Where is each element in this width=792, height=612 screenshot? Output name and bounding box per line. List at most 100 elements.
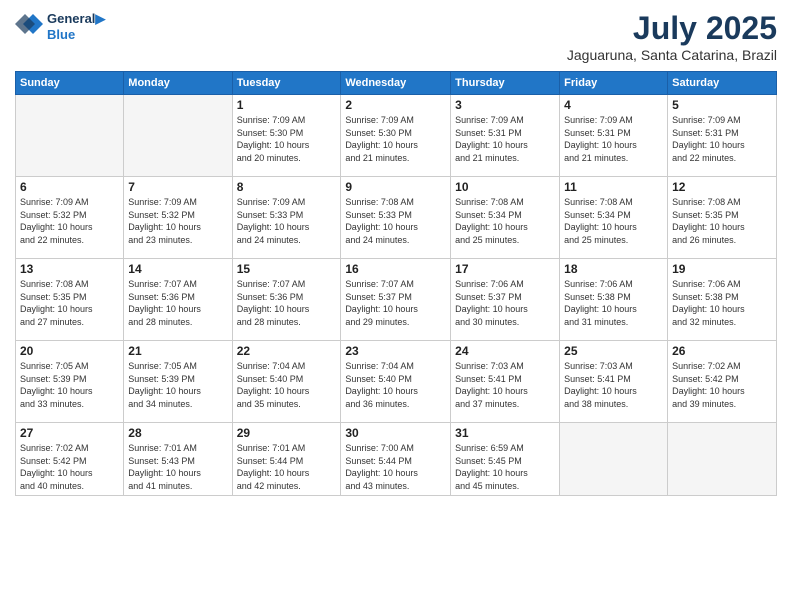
week-row-3: 13 Sunrise: 7:08 AM Sunset: 5:35 PM Dayli… bbox=[16, 259, 777, 341]
calendar-cell: 1Sunrise: 7:09 AM Sunset: 5:30 PM Daylig… bbox=[232, 95, 341, 177]
day-info: Sunrise: 7:03 AM Sunset: 5:41 PM Dayligh… bbox=[455, 360, 555, 410]
day-number: 19 bbox=[672, 262, 772, 276]
calendar-cell: 3 Sunrise: 7:09 AM Sunset: 5:31 PM Daylig… bbox=[451, 95, 560, 177]
day-number: 3 bbox=[455, 98, 555, 112]
day-info: Sunrise: 7:07 AM Sunset: 5:37 PM Dayligh… bbox=[345, 278, 446, 328]
day-number: 22 bbox=[237, 344, 337, 358]
day-number: 20 bbox=[20, 344, 119, 358]
calendar-cell: 28 Sunrise: 7:01 AM Sunset: 5:43 PM Dayli… bbox=[124, 423, 232, 496]
calendar-cell: 8 Sunrise: 7:09 AM Sunset: 5:33 PM Daylig… bbox=[232, 177, 341, 259]
calendar-cell: 30 Sunrise: 7:00 AM Sunset: 5:44 PM Dayli… bbox=[341, 423, 451, 496]
day-info: Sunrise: 7:06 AM Sunset: 5:37 PM Dayligh… bbox=[455, 278, 555, 328]
day-number: 8 bbox=[237, 180, 337, 194]
month-title: July 2025 bbox=[567, 10, 777, 47]
calendar-cell: 18Sunrise: 7:06 AM Sunset: 5:38 PM Dayli… bbox=[560, 259, 668, 341]
calendar: Sunday Monday Tuesday Wednesday Thursday… bbox=[15, 71, 777, 496]
day-info: Sunrise: 7:08 AM Sunset: 5:33 PM Dayligh… bbox=[345, 196, 446, 246]
day-number: 13 bbox=[20, 262, 119, 276]
day-number: 11 bbox=[564, 180, 663, 194]
day-info: Sunrise: 7:09 AM Sunset: 5:33 PM Dayligh… bbox=[237, 196, 337, 246]
title-section: July 2025 Jaguaruna, Santa Catarina, Bra… bbox=[567, 10, 777, 63]
calendar-cell: 27 Sunrise: 7:02 AM Sunset: 5:42 PM Dayli… bbox=[16, 423, 124, 496]
day-number: 31 bbox=[455, 426, 555, 440]
day-number: 30 bbox=[345, 426, 446, 440]
col-friday: Friday bbox=[560, 72, 668, 95]
day-number: 10 bbox=[455, 180, 555, 194]
calendar-cell bbox=[16, 95, 124, 177]
logo-line2: Blue bbox=[47, 27, 105, 43]
day-number: 5 bbox=[672, 98, 772, 112]
day-number: 14 bbox=[128, 262, 227, 276]
day-info: Sunrise: 7:09 AM Sunset: 5:32 PM Dayligh… bbox=[20, 196, 119, 246]
calendar-cell: 24 Sunrise: 7:03 AM Sunset: 5:41 PM Dayli… bbox=[451, 341, 560, 423]
calendar-cell: 6 Sunrise: 7:09 AM Sunset: 5:32 PM Daylig… bbox=[16, 177, 124, 259]
day-info: Sunrise: 7:06 AM Sunset: 5:38 PM Dayligh… bbox=[672, 278, 772, 328]
calendar-cell: 29Sunrise: 7:01 AM Sunset: 5:44 PM Dayli… bbox=[232, 423, 341, 496]
col-sunday: Sunday bbox=[16, 72, 124, 95]
calendar-cell: 22Sunrise: 7:04 AM Sunset: 5:40 PM Dayli… bbox=[232, 341, 341, 423]
calendar-cell bbox=[560, 423, 668, 496]
day-info: Sunrise: 7:08 AM Sunset: 5:34 PM Dayligh… bbox=[564, 196, 663, 246]
calendar-cell: 2 Sunrise: 7:09 AM Sunset: 5:30 PM Daylig… bbox=[341, 95, 451, 177]
day-number: 6 bbox=[20, 180, 119, 194]
day-info: Sunrise: 7:02 AM Sunset: 5:42 PM Dayligh… bbox=[20, 442, 119, 492]
day-info: Sunrise: 7:08 AM Sunset: 5:35 PM Dayligh… bbox=[20, 278, 119, 328]
day-number: 18 bbox=[564, 262, 663, 276]
day-info: Sunrise: 7:08 AM Sunset: 5:35 PM Dayligh… bbox=[672, 196, 772, 246]
calendar-cell: 9 Sunrise: 7:08 AM Sunset: 5:33 PM Daylig… bbox=[341, 177, 451, 259]
calendar-cell: 23 Sunrise: 7:04 AM Sunset: 5:40 PM Dayli… bbox=[341, 341, 451, 423]
day-info: Sunrise: 7:04 AM Sunset: 5:40 PM Dayligh… bbox=[345, 360, 446, 410]
calendar-cell: 31 Sunrise: 6:59 AM Sunset: 5:45 PM Dayli… bbox=[451, 423, 560, 496]
day-info: Sunrise: 7:03 AM Sunset: 5:41 PM Dayligh… bbox=[564, 360, 663, 410]
calendar-cell: 4 Sunrise: 7:09 AM Sunset: 5:31 PM Daylig… bbox=[560, 95, 668, 177]
logo: General▶ Blue bbox=[15, 10, 105, 43]
day-number: 25 bbox=[564, 344, 663, 358]
calendar-cell bbox=[124, 95, 232, 177]
logo-line1: General▶ bbox=[47, 11, 105, 27]
day-number: 2 bbox=[345, 98, 446, 112]
day-number: 21 bbox=[128, 344, 227, 358]
day-number: 26 bbox=[672, 344, 772, 358]
day-number: 24 bbox=[455, 344, 555, 358]
col-tuesday: Tuesday bbox=[232, 72, 341, 95]
day-info: Sunrise: 7:09 AM Sunset: 5:30 PM Dayligh… bbox=[345, 114, 446, 164]
day-number: 15 bbox=[237, 262, 337, 276]
calendar-cell: 19 Sunrise: 7:06 AM Sunset: 5:38 PM Dayli… bbox=[668, 259, 777, 341]
calendar-cell: 15 Sunrise: 7:07 AM Sunset: 5:36 PM Dayli… bbox=[232, 259, 341, 341]
week-row-4: 20 Sunrise: 7:05 AM Sunset: 5:39 PM Dayli… bbox=[16, 341, 777, 423]
day-info: Sunrise: 7:07 AM Sunset: 5:36 PM Dayligh… bbox=[237, 278, 337, 328]
day-number: 23 bbox=[345, 344, 446, 358]
day-info: Sunrise: 7:05 AM Sunset: 5:39 PM Dayligh… bbox=[128, 360, 227, 410]
col-monday: Monday bbox=[124, 72, 232, 95]
calendar-cell: 7 Sunrise: 7:09 AM Sunset: 5:32 PM Daylig… bbox=[124, 177, 232, 259]
day-number: 1 bbox=[237, 98, 337, 112]
day-info: Sunrise: 7:05 AM Sunset: 5:39 PM Dayligh… bbox=[20, 360, 119, 410]
week-row-2: 6 Sunrise: 7:09 AM Sunset: 5:32 PM Daylig… bbox=[16, 177, 777, 259]
calendar-cell: 11 Sunrise: 7:08 AM Sunset: 5:34 PM Dayli… bbox=[560, 177, 668, 259]
calendar-header-row: Sunday Monday Tuesday Wednesday Thursday… bbox=[16, 72, 777, 95]
day-number: 9 bbox=[345, 180, 446, 194]
day-info: Sunrise: 7:09 AM Sunset: 5:32 PM Dayligh… bbox=[128, 196, 227, 246]
header: General▶ Blue July 2025 Jaguaruna, Santa… bbox=[15, 10, 777, 63]
calendar-cell: 5Sunrise: 7:09 AM Sunset: 5:31 PM Daylig… bbox=[668, 95, 777, 177]
day-info: Sunrise: 7:00 AM Sunset: 5:44 PM Dayligh… bbox=[345, 442, 446, 492]
calendar-cell: 17Sunrise: 7:06 AM Sunset: 5:37 PM Dayli… bbox=[451, 259, 560, 341]
day-info: Sunrise: 7:09 AM Sunset: 5:31 PM Dayligh… bbox=[455, 114, 555, 164]
day-number: 4 bbox=[564, 98, 663, 112]
day-number: 28 bbox=[128, 426, 227, 440]
calendar-cell: 16Sunrise: 7:07 AM Sunset: 5:37 PM Dayli… bbox=[341, 259, 451, 341]
day-info: Sunrise: 6:59 AM Sunset: 5:45 PM Dayligh… bbox=[455, 442, 555, 492]
week-row-1: 1 Sunrise: 7:09 AM Sunset: 5:30 PM Daylig… bbox=[16, 95, 777, 177]
logo-icon bbox=[15, 10, 43, 38]
day-info: Sunrise: 7:01 AM Sunset: 5:43 PM Dayligh… bbox=[128, 442, 227, 492]
day-number: 7 bbox=[128, 180, 227, 194]
week-row-5: 27 Sunrise: 7:02 AM Sunset: 5:42 PM Dayli… bbox=[16, 423, 777, 496]
location-subtitle: Jaguaruna, Santa Catarina, Brazil bbox=[567, 47, 777, 63]
day-number: 27 bbox=[20, 426, 119, 440]
day-info: Sunrise: 7:08 AM Sunset: 5:34 PM Dayligh… bbox=[455, 196, 555, 246]
day-info: Sunrise: 7:02 AM Sunset: 5:42 PM Dayligh… bbox=[672, 360, 772, 410]
calendar-cell: 13 Sunrise: 7:08 AM Sunset: 5:35 PM Dayli… bbox=[16, 259, 124, 341]
day-info: Sunrise: 7:09 AM Sunset: 5:31 PM Dayligh… bbox=[564, 114, 663, 164]
calendar-cell: 20 Sunrise: 7:05 AM Sunset: 5:39 PM Dayli… bbox=[16, 341, 124, 423]
day-number: 12 bbox=[672, 180, 772, 194]
